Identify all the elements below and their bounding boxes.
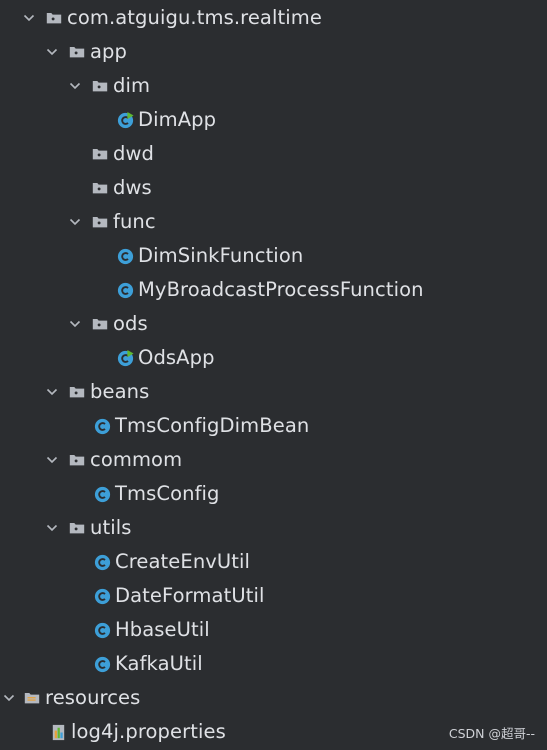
- chevron-down-icon[interactable]: [43, 519, 61, 537]
- tree-item-app[interactable]: app: [0, 35, 547, 69]
- project-tree: com.atguigu.tms.realtime app dim DimApp …: [0, 0, 547, 750]
- tree-item-dim-sink-function[interactable]: DimSinkFunction: [0, 239, 547, 273]
- class-icon: [92, 484, 112, 504]
- package-folder-icon: [67, 518, 87, 538]
- class-icon: [92, 552, 112, 572]
- tree-item-ods-app[interactable]: OdsApp: [0, 341, 547, 375]
- tree-item-my-broadcast-process-function[interactable]: MyBroadcastProcessFunction: [0, 273, 547, 307]
- chevron-down-icon[interactable]: [66, 315, 84, 333]
- tree-item-commom[interactable]: commom: [0, 443, 547, 477]
- package-folder-icon: [90, 178, 110, 198]
- tree-item-dws[interactable]: dws: [0, 171, 547, 205]
- runnable-class-icon: [115, 110, 135, 130]
- tree-item-label: log4j.properties: [71, 720, 226, 743]
- chevron-down-icon[interactable]: [43, 451, 61, 469]
- tree-item-label: func: [113, 210, 156, 233]
- tree-item-dim[interactable]: dim: [0, 69, 547, 103]
- tree-item-ods[interactable]: ods: [0, 307, 547, 341]
- tree-item-dim-app[interactable]: DimApp: [0, 103, 547, 137]
- tree-item-utils[interactable]: utils: [0, 511, 547, 545]
- tree-item-label: KafkaUtil: [115, 652, 203, 675]
- class-icon: [92, 620, 112, 640]
- runnable-class-icon: [115, 348, 135, 368]
- tree-item-root-package[interactable]: com.atguigu.tms.realtime: [0, 1, 547, 35]
- watermark: CSDN @超哥--: [448, 726, 535, 741]
- tree-item-date-format-util[interactable]: DateFormatUtil: [0, 579, 547, 613]
- chevron-down-icon[interactable]: [0, 689, 18, 707]
- chevron-down-icon[interactable]: [66, 77, 84, 95]
- tree-item-label: OdsApp: [138, 346, 215, 369]
- tree-item-label: DimApp: [138, 108, 217, 131]
- class-icon: [115, 246, 135, 266]
- tree-item-label: com.atguigu.tms.realtime: [67, 6, 322, 29]
- tree-item-create-env-util[interactable]: CreateEnvUtil: [0, 545, 547, 579]
- tree-item-label: commom: [90, 448, 183, 471]
- tree-item-label: MyBroadcastProcessFunction: [138, 278, 424, 301]
- tree-item-label: TmsConfigDimBean: [115, 414, 310, 437]
- class-icon: [92, 416, 112, 436]
- package-folder-icon: [90, 212, 110, 232]
- tree-item-label: dim: [113, 74, 151, 97]
- package-folder-icon: [90, 144, 110, 164]
- resources-folder-icon: [22, 688, 42, 708]
- package-folder-icon: [90, 314, 110, 334]
- tree-item-label: ods: [113, 312, 148, 335]
- tree-item-label: DimSinkFunction: [138, 244, 304, 267]
- tree-item-tms-config-dim-bean[interactable]: TmsConfigDimBean: [0, 409, 547, 443]
- tree-item-tms-config[interactable]: TmsConfig: [0, 477, 547, 511]
- class-icon: [115, 280, 135, 300]
- tree-item-label: app: [90, 40, 128, 63]
- tree-item-label: HbaseUtil: [115, 618, 210, 641]
- properties-file-icon: [48, 722, 68, 742]
- package-folder-icon: [67, 42, 87, 62]
- class-icon: [92, 586, 112, 606]
- tree-item-kafka-util[interactable]: KafkaUtil: [0, 647, 547, 681]
- package-folder-icon: [90, 76, 110, 96]
- chevron-down-icon[interactable]: [20, 9, 38, 27]
- chevron-down-icon[interactable]: [43, 383, 61, 401]
- chevron-down-icon[interactable]: [43, 43, 61, 61]
- package-folder-icon: [67, 382, 87, 402]
- package-folder-icon: [44, 8, 64, 28]
- chevron-down-icon[interactable]: [66, 213, 84, 231]
- tree-item-label: dwd: [113, 142, 155, 165]
- tree-item-label: utils: [90, 516, 132, 539]
- tree-item-dwd[interactable]: dwd: [0, 137, 547, 171]
- tree-item-resources[interactable]: resources: [0, 681, 547, 715]
- tree-item-label: dws: [113, 176, 152, 199]
- tree-item-beans[interactable]: beans: [0, 375, 547, 409]
- tree-item-label: CreateEnvUtil: [115, 550, 251, 573]
- tree-item-label: DateFormatUtil: [115, 584, 265, 607]
- package-folder-icon: [67, 450, 87, 470]
- tree-item-hbase-util[interactable]: HbaseUtil: [0, 613, 547, 647]
- tree-item-func[interactable]: func: [0, 205, 547, 239]
- class-icon: [92, 654, 112, 674]
- tree-item-label: TmsConfig: [115, 482, 220, 505]
- tree-item-label: beans: [90, 380, 150, 403]
- tree-item-label: resources: [45, 686, 141, 709]
